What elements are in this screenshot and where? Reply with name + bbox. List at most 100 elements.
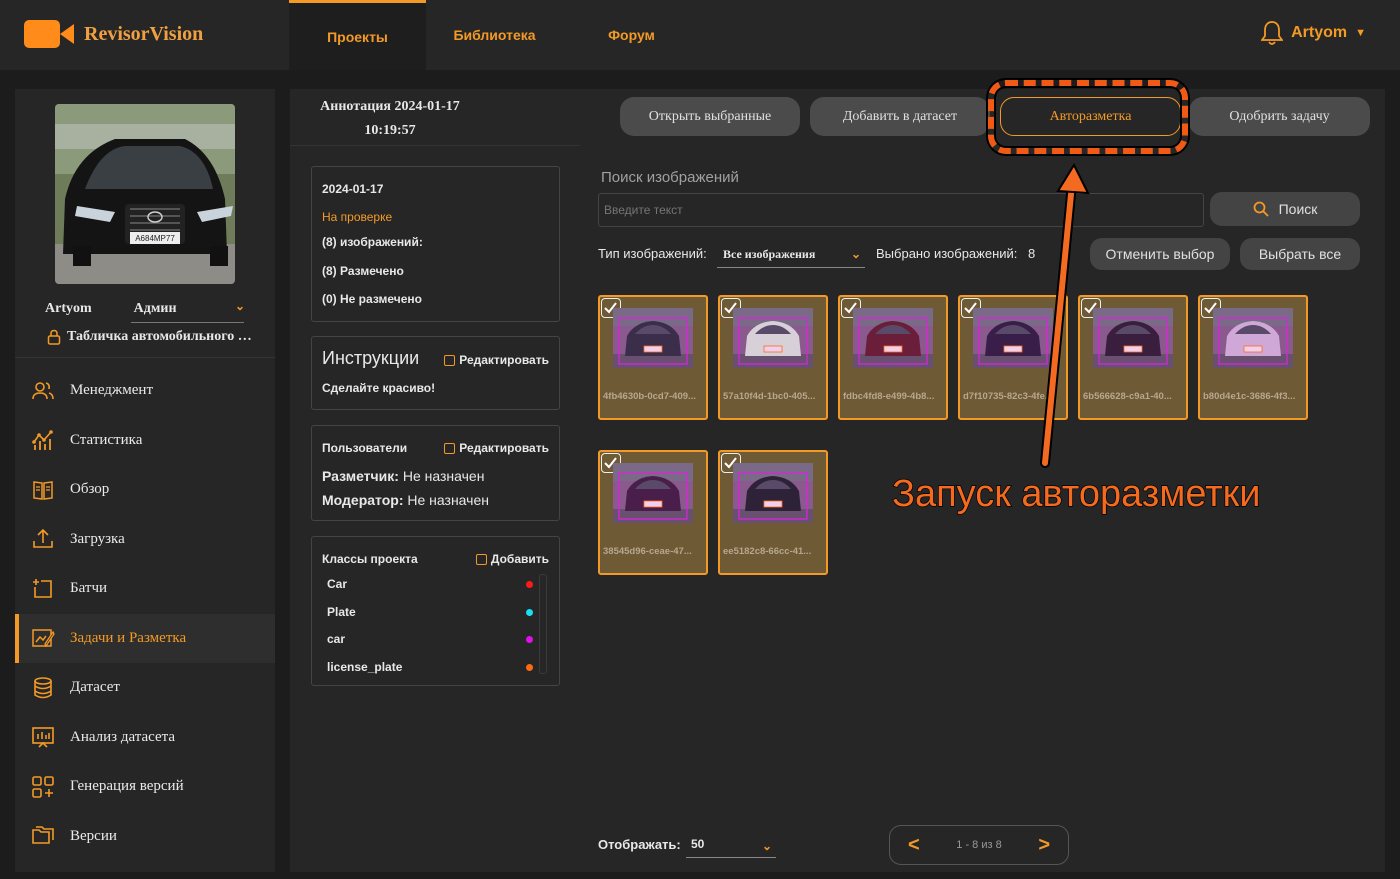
sidebar-item-dataset[interactable]: Датасет [15,663,275,713]
class-item[interactable]: car [327,632,533,646]
class-color-dot [526,635,533,643]
image-thumbnail[interactable]: d7f10735-82c3-4fe... [958,295,1068,420]
sidebar-item-label: Обзор [70,481,110,498]
image-filename: 57a10f4d-1bc0-405... [723,391,816,402]
sidebar-divider [15,357,275,358]
search-input[interactable] [598,193,1204,227]
sidebar-item-label: Генерация версий [70,778,184,795]
task-title-line1: Аннотация 2024-01-17 [320,99,460,114]
task-title: Аннотация 2024-01-17 10:19:57 [290,95,490,143]
next-page-icon[interactable]: > [1038,834,1050,857]
batch-add-icon [33,578,52,598]
moderator-value: Не назначен [407,492,489,508]
edit-icon [444,354,456,366]
add-to-dataset-button[interactable]: Добавить в датасет [810,97,990,136]
image-thumbnail[interactable]: b80d4e1c-3686-4f3... [1198,295,1308,420]
user-menu[interactable]: Artyom ▼ [1261,20,1366,46]
sidebar-item-label: Загрузка [70,530,125,547]
sidebar-item-versions[interactable]: Версии [15,812,275,862]
image-thumbnail[interactable]: ee5182c8-66cc-41... [718,450,828,575]
users-card: Пользователи Редактировать Разметчик: Не… [311,425,560,521]
class-color-dot [526,663,533,671]
bell-icon[interactable] [1261,20,1284,46]
image-filename: 38545d96-ceae-47... [603,546,692,557]
class-name: Car [327,577,348,591]
approve-task-button[interactable]: Одобрить задачу [1189,97,1370,136]
annotator-value: Не назначен [402,468,485,484]
class-item[interactable]: license_plate [327,660,533,674]
open-selected-button[interactable]: Открыть выбранные [620,97,800,136]
image-thumbnail[interactable]: 57a10f4d-1bc0-405... [718,295,828,420]
class-item[interactable]: Car [327,577,533,591]
image-thumbnail[interactable]: fdbc4fd8-e499-4b8... [838,295,948,420]
sidebar-item-dataset-analysis[interactable]: Анализ датасета [15,713,275,763]
classes-title: Классы проекта [322,552,418,566]
image-filename: ee5182c8-66cc-41... [723,546,812,557]
select-all-button[interactable]: Выбрать все [1240,238,1360,270]
user-name: Artyom [1291,24,1348,41]
tab-forum[interactable]: Форум [563,0,700,70]
sidebar-item-statistics[interactable]: Статистика [15,416,275,466]
image-type-select[interactable]: Все изображения ⌄ [717,242,865,268]
sidebar-item-label: Менеджмент [70,382,154,399]
sidebar-menu: Менеджмент Статистика Обзор Загрузка Бат… [15,366,275,861]
users-icon [32,381,54,399]
lock-icon [47,329,61,345]
info-not-annotated: (0) Не размечено [322,292,422,306]
app-logo[interactable]: RevisorVision [24,18,203,50]
sidebar-item-tasks[interactable]: Задачи и Разметка [15,613,275,663]
sidebar-item-upload[interactable]: Загрузка [15,515,275,565]
thumbnail-image [613,463,693,523]
class-name: car [327,632,346,646]
top-bar: RevisorVision Проекты Библиотека Форум A… [0,0,1400,70]
sidebar-item-batches[interactable]: Батчи [15,564,275,614]
class-name: Plate [327,605,356,619]
image-thumbnail[interactable]: 38545d96-ceae-47... [598,450,708,575]
sidebar-item-label: Батчи [70,580,108,597]
task-title-line2: 10:19:57 [364,123,416,138]
role-select[interactable]: Админ [134,301,177,317]
tab-library[interactable]: Библиотека [426,0,563,70]
edit-icon [475,553,487,565]
sidebar-item-management[interactable]: Менеджмент [15,366,275,416]
chevron-down-icon: ⌄ [761,839,772,853]
role-underline [131,322,244,323]
add-class-link[interactable]: Добавить [475,552,549,566]
sidebar-item-label: Версии [70,827,117,844]
image-type-label: Тип изображений: [598,246,707,261]
tab-projects[interactable]: Проекты [289,0,426,70]
task-info-card: 2024-01-17 На проверке (8) изображений: … [311,166,560,322]
chevron-down-icon[interactable]: ⌄ [235,299,245,314]
users-title: Пользователи [322,441,408,455]
image-thumbnail[interactable]: 4fb4630b-0cd7-409... [598,295,708,420]
instructions-edit-link[interactable]: Редактировать [444,353,549,367]
sidebar-item-overview[interactable]: Обзор [15,465,275,515]
sidebar-item-label: Анализ датасета [70,728,176,745]
sidebar-username: Artyom [45,301,92,316]
moderator-label: Модератор: [322,492,404,508]
project-image: А684МР77 [55,104,235,284]
image-thumbnail[interactable]: 6b566628-c9a1-40... [1078,295,1188,420]
instructions-card: Инструкции Редактировать Сделайте красив… [311,336,560,410]
search-button[interactable]: Поиск [1210,192,1360,226]
classes-scrollbar[interactable] [539,574,547,674]
per-page-select[interactable]: 50 ⌄ [686,832,776,858]
users-edit-link[interactable]: Редактировать [444,441,549,455]
project-name-row: Табличка автомобильного номера [47,329,257,345]
thumbnail-image [1213,308,1293,368]
selected-count-label: Выбрано изображений: [876,246,1018,261]
class-item[interactable]: Plate [327,605,533,619]
project-classes-card: Классы проекта Добавить Car Plate car li… [311,536,560,686]
thumbnail-image [733,463,813,523]
folders-icon [32,826,54,845]
camera-logo-icon [24,18,74,50]
thumbnail-image [853,308,933,368]
pagination: < 1 - 8 из 8 > [889,825,1069,865]
image-filename: 6b566628-c9a1-40... [1083,391,1172,402]
annotator-label: Разметчик: [322,468,399,484]
chart-analysis-icon [32,727,54,748]
sidebar-item-version-generation[interactable]: Генерация версий [15,762,275,812]
annotate-icon [32,629,55,648]
info-date: 2024-01-17 [322,182,384,196]
cancel-selection-button[interactable]: Отменить выбор [1090,238,1230,270]
